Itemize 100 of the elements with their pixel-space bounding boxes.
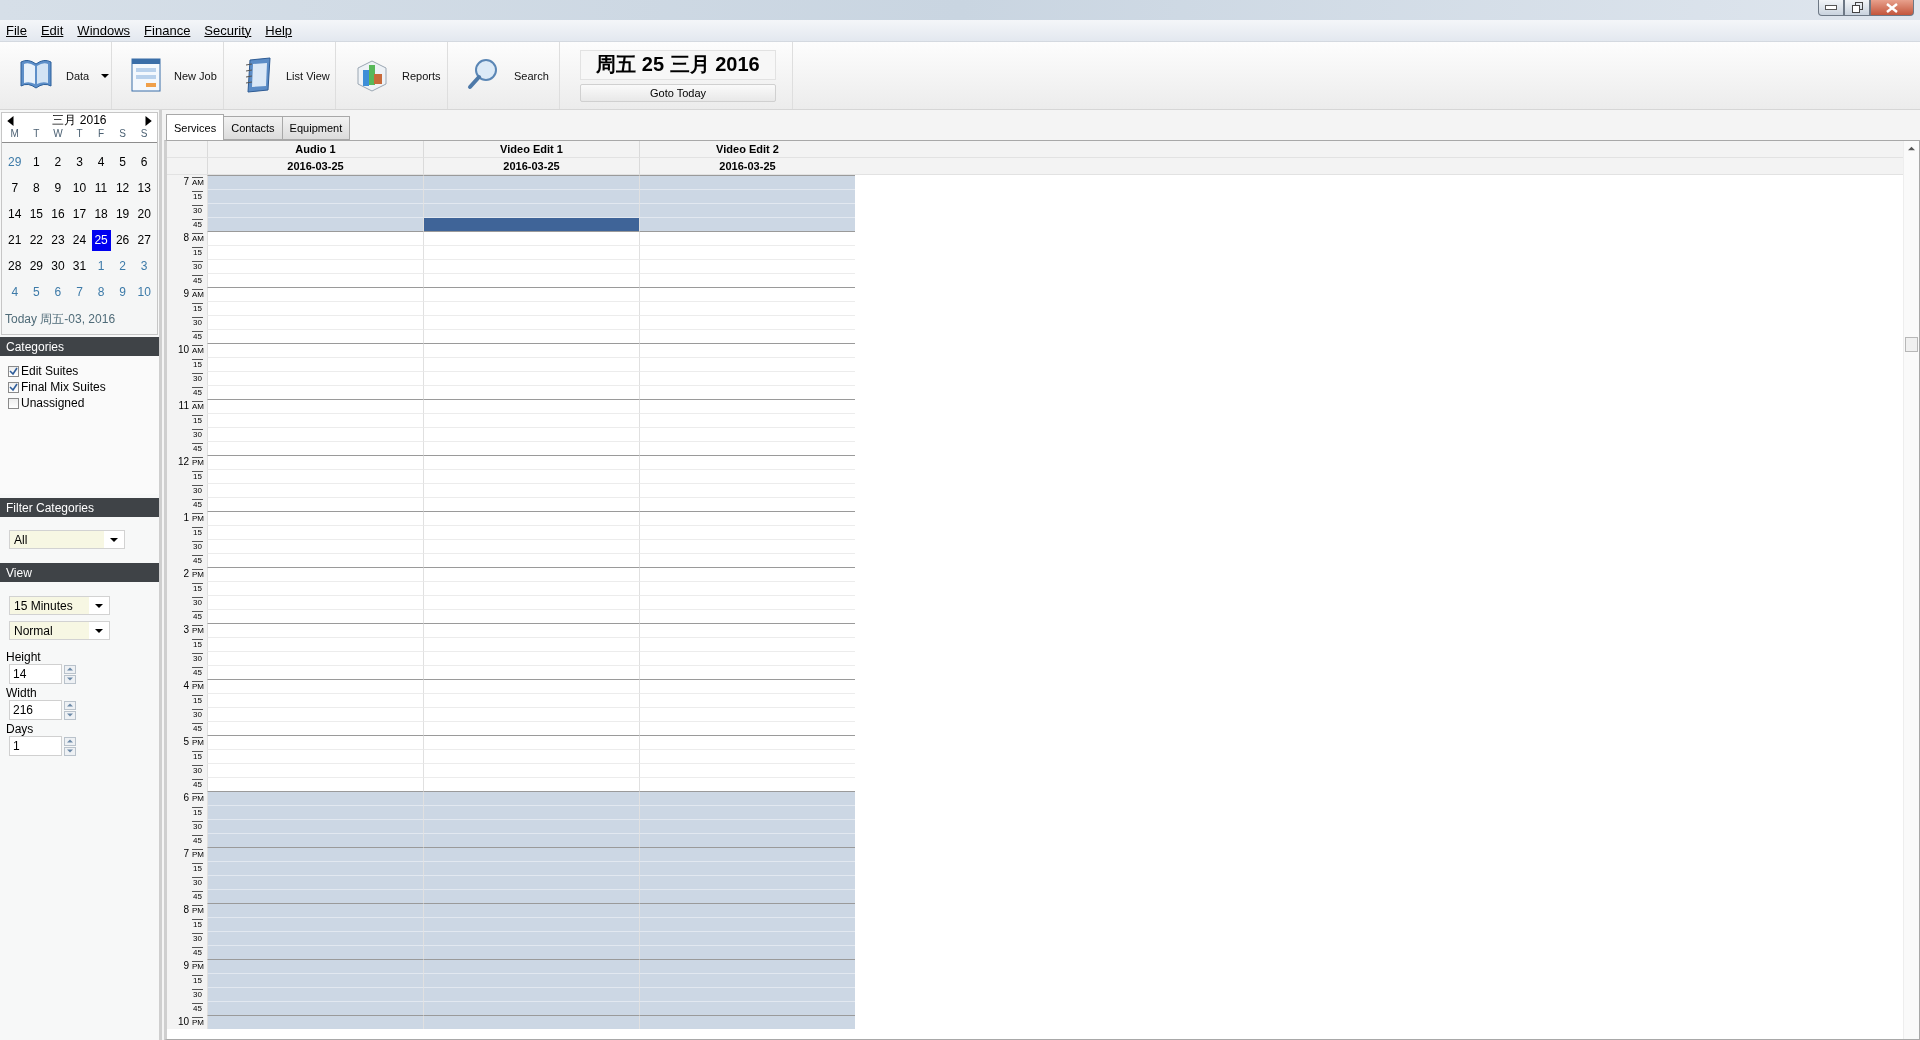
time-slot[interactable] (207, 903, 423, 917)
number-field[interactable]: 14 (9, 664, 62, 684)
time-slot[interactable] (423, 1015, 639, 1029)
time-slot[interactable] (207, 399, 423, 413)
time-slot[interactable] (423, 399, 639, 413)
scrollbar[interactable] (1903, 141, 1919, 1039)
time-slot[interactable] (639, 343, 855, 357)
calendar-day[interactable]: 6 (134, 151, 154, 173)
calendar-day[interactable]: 8 (91, 281, 111, 303)
minimize-button[interactable] (1818, 0, 1844, 16)
calendar-day[interactable]: 12 (113, 177, 133, 199)
number-field[interactable]: 1 (9, 736, 62, 756)
calendar-day[interactable]: 16 (48, 203, 68, 225)
calendar-day[interactable]: 21 (5, 229, 25, 251)
toolbar-button[interactable]: New Job (112, 42, 224, 109)
menu-item[interactable]: Finance (144, 23, 191, 38)
calendar-day[interactable]: 9 (48, 177, 68, 199)
time-slot[interactable] (639, 847, 855, 861)
caret-icon[interactable] (101, 71, 110, 80)
time-slot[interactable] (207, 287, 423, 301)
calendar-day[interactable]: 5 (113, 151, 133, 173)
calendar-day[interactable]: 7 (5, 177, 25, 199)
caret-icon[interactable] (110, 535, 118, 544)
calendar-day[interactable]: 17 (70, 203, 89, 225)
calendar-day[interactable]: 20 (134, 203, 154, 225)
time-slot[interactable] (423, 847, 639, 861)
tab[interactable]: Equipment (281, 116, 351, 140)
menu-item[interactable]: Edit (40, 23, 64, 38)
calendar-day[interactable]: 11 (91, 177, 111, 199)
calendar-day[interactable]: 19 (113, 203, 133, 225)
calendar-day[interactable]: 30 (48, 255, 68, 277)
time-slot[interactable] (207, 791, 423, 805)
time-slot[interactable] (639, 1015, 855, 1029)
time-slot[interactable] (639, 287, 855, 301)
time-slot[interactable] (639, 399, 855, 413)
time-slot[interactable] (207, 735, 423, 749)
calendar-day[interactable]: 3 (134, 255, 154, 277)
checkbox[interactable] (8, 397, 19, 409)
calendar-day[interactable]: 28 (5, 255, 25, 277)
calendar-day[interactable]: 4 (5, 281, 25, 303)
time-slot[interactable] (207, 623, 423, 637)
calendar-day[interactable]: 29 (5, 151, 25, 173)
caret-icon[interactable] (95, 626, 103, 635)
time-slot[interactable] (639, 959, 855, 973)
time-slot[interactable] (423, 511, 639, 525)
menu-item[interactable]: File (6, 23, 27, 38)
calendar-day[interactable]: 1 (91, 255, 111, 277)
time-slot[interactable] (639, 567, 855, 581)
calendar-day[interactable]: 23 (48, 229, 68, 251)
calendar-day[interactable]: 3 (70, 151, 89, 173)
calendar-day[interactable]: 13 (134, 177, 154, 199)
scroll-thumb[interactable] (1905, 337, 1918, 352)
time-slot[interactable] (423, 287, 639, 301)
menu-item[interactable]: Help (265, 23, 293, 38)
menu-item[interactable]: Security (204, 23, 252, 38)
calendar-day[interactable]: 2 (113, 255, 133, 277)
calendar-day[interactable]: 4 (91, 151, 111, 173)
menu-item[interactable]: Windows (77, 23, 131, 38)
time-slot[interactable] (639, 511, 855, 525)
close-button[interactable] (1870, 0, 1914, 16)
calendar-day[interactable]: 18 (91, 203, 111, 225)
time-slot[interactable] (639, 623, 855, 637)
caret-icon[interactable] (95, 601, 103, 610)
next-month-icon[interactable] (143, 115, 153, 126)
time-slot[interactable] (207, 343, 423, 357)
time-slot[interactable] (207, 511, 423, 525)
time-slot[interactable] (207, 455, 423, 469)
toolbar-button[interactable]: Search (448, 42, 560, 109)
today-label[interactable]: Today 周五-03, 2016 (2, 305, 157, 328)
time-slot[interactable] (207, 567, 423, 581)
time-slot[interactable] (423, 175, 639, 189)
time-slot[interactable] (423, 343, 639, 357)
time-slot[interactable] (423, 231, 639, 245)
checkbox[interactable] (8, 381, 19, 393)
time-slot[interactable] (423, 623, 639, 637)
time-slot[interactable] (423, 735, 639, 749)
time-slot[interactable] (639, 175, 855, 189)
time-slot[interactable] (639, 791, 855, 805)
calendar-day[interactable]: 9 (113, 281, 133, 303)
calendar-day[interactable]: 7 (70, 281, 89, 303)
time-slot[interactable] (639, 735, 855, 749)
calendar-day[interactable]: 14 (5, 203, 25, 225)
time-slot[interactable] (639, 903, 855, 917)
interval-dropdown[interactable]: 15 Minutes (9, 596, 110, 615)
time-slot[interactable] (207, 175, 423, 189)
time-slot[interactable] (639, 231, 855, 245)
time-slot[interactable] (423, 791, 639, 805)
time-slot[interactable] (639, 679, 855, 693)
previous-month-icon[interactable] (6, 115, 16, 126)
tab[interactable]: Services (166, 114, 225, 140)
calendar-day[interactable]: 25 (91, 229, 111, 251)
booking-block[interactable] (423, 217, 639, 231)
time-slot[interactable] (639, 455, 855, 469)
calendar-day[interactable]: 31 (70, 255, 89, 277)
toolbar-button[interactable]: Reports (336, 42, 448, 109)
time-slot[interactable] (423, 455, 639, 469)
calendar-day[interactable]: 1 (26, 151, 46, 173)
time-slot[interactable] (423, 959, 639, 973)
time-slot[interactable] (207, 847, 423, 861)
time-slot[interactable] (423, 903, 639, 917)
